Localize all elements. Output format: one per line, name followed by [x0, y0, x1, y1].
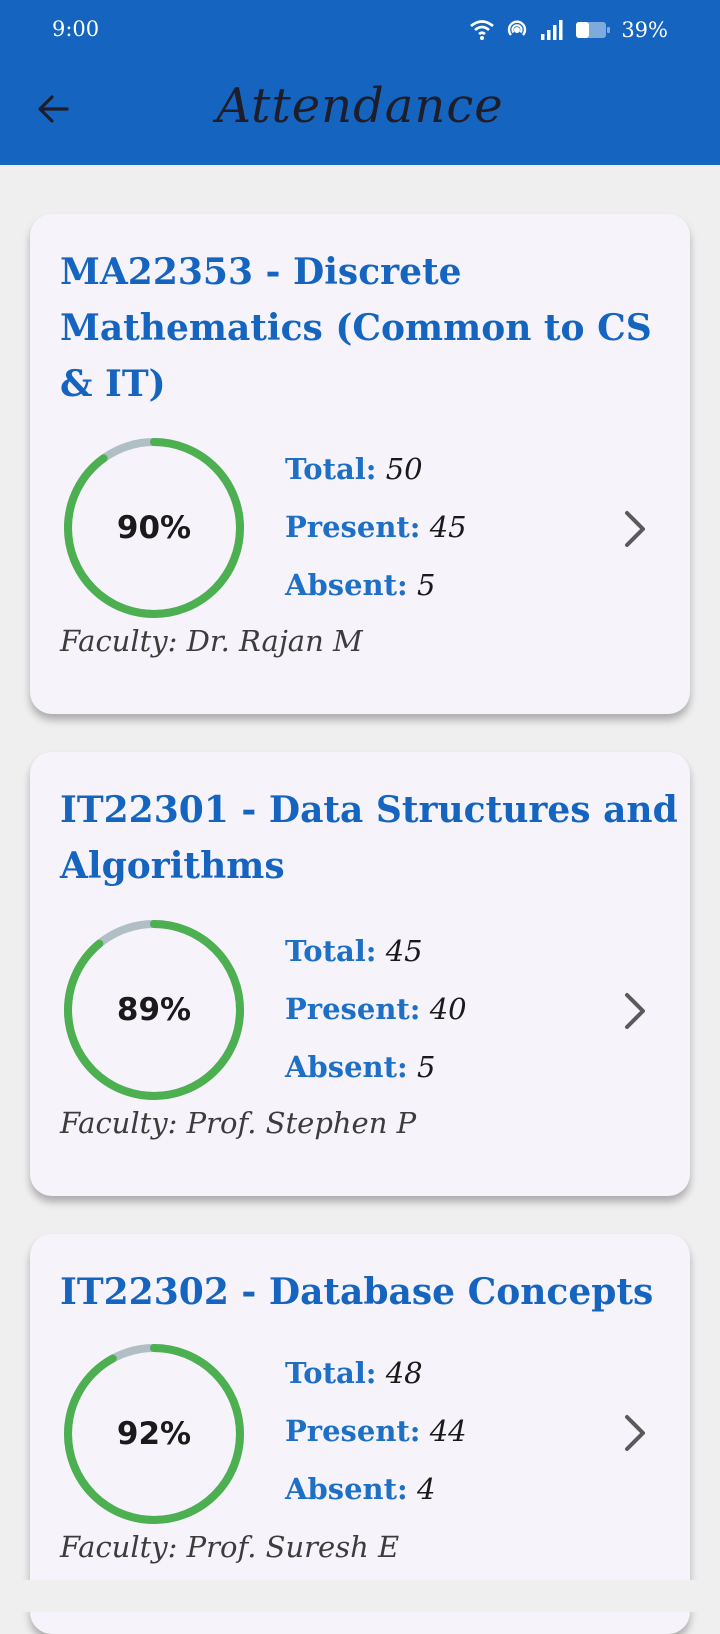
absent-row: Absent: 4 — [285, 1460, 467, 1518]
status-bar: 9:00 39% — [0, 0, 720, 60]
total-value: 48 — [385, 1356, 423, 1390]
present-value: 45 — [429, 510, 467, 544]
present-row: Present: 40 — [285, 980, 467, 1038]
present-row: Present: 45 — [285, 498, 467, 556]
total-label: Total: — [285, 934, 377, 968]
status-time: 9:00 — [52, 17, 100, 41]
total-label: Total: — [285, 452, 377, 486]
absent-value: 5 — [416, 1050, 436, 1084]
chevron-right-icon — [625, 511, 645, 547]
details-button[interactable] — [615, 986, 655, 1036]
course-card[interactable]: IT22302 - Database Concepts 92% Total: 4… — [30, 1234, 690, 1634]
present-value: 44 — [429, 1414, 467, 1448]
present-row: Present: 44 — [285, 1402, 467, 1460]
battery-percent: 39% — [621, 18, 668, 42]
attendance-ring: 92% — [60, 1340, 248, 1528]
absent-value: 4 — [416, 1472, 436, 1506]
page-title: Attendance — [216, 78, 504, 134]
total-value: 50 — [385, 452, 423, 486]
stats-block: Total: 48 Present: 44 Absent: 4 — [285, 1344, 467, 1518]
battery-icon — [576, 22, 611, 38]
attendance-percent: 90% — [116, 510, 192, 546]
attendance-percent: 92% — [116, 1416, 192, 1452]
course-title: MA22353 - Discrete Mathematics (Common t… — [60, 251, 652, 405]
details-button[interactable] — [615, 504, 655, 554]
total-row: Total: 45 — [285, 922, 467, 980]
present-label: Present: — [285, 510, 421, 544]
total-row: Total: 48 — [285, 1344, 467, 1402]
stats-block: Total: 45 Present: 40 Absent: 5 — [285, 922, 467, 1096]
hotspot-icon — [508, 20, 527, 36]
attendance-ring: 90% — [60, 434, 248, 622]
faculty-name: Faculty: Dr. Rajan M — [60, 624, 363, 658]
chevron-right-icon — [625, 1415, 645, 1451]
absent-row: Absent: 5 — [285, 1038, 467, 1096]
course-title: IT22301 - Data Structures and Algorithms — [60, 789, 678, 887]
attendance-ring: 89% — [60, 916, 248, 1104]
bottom-edge — [0, 1580, 720, 1612]
absent-value: 5 — [416, 568, 436, 602]
attendance-percent: 89% — [116, 992, 192, 1028]
course-card[interactable]: MA22353 - Discrete Mathematics (Common t… — [30, 214, 690, 714]
stats-block: Total: 50 Present: 45 Absent: 5 — [285, 440, 467, 614]
faculty-name: Faculty: Prof. Suresh E — [60, 1530, 400, 1564]
faculty-name: Faculty: Prof. Stephen P — [60, 1106, 417, 1140]
course-title: IT22302 - Database Concepts — [60, 1271, 654, 1313]
course-card[interactable]: IT22301 - Data Structures and Algorithms… — [30, 752, 690, 1196]
chevron-right-icon — [625, 993, 645, 1029]
signal-icon — [541, 20, 563, 40]
present-label: Present: — [285, 992, 421, 1026]
absent-label: Absent: — [285, 1472, 408, 1506]
total-value: 45 — [385, 934, 423, 968]
absent-label: Absent: — [285, 568, 408, 602]
total-row: Total: 50 — [285, 440, 467, 498]
details-button[interactable] — [615, 1408, 655, 1458]
absent-row: Absent: 5 — [285, 556, 467, 614]
total-label: Total: — [285, 1356, 377, 1390]
present-label: Present: — [285, 1414, 421, 1448]
wifi-icon — [470, 20, 495, 40]
status-icons: 39% — [469, 14, 668, 46]
absent-label: Absent: — [285, 1050, 408, 1084]
present-value: 40 — [429, 992, 467, 1026]
